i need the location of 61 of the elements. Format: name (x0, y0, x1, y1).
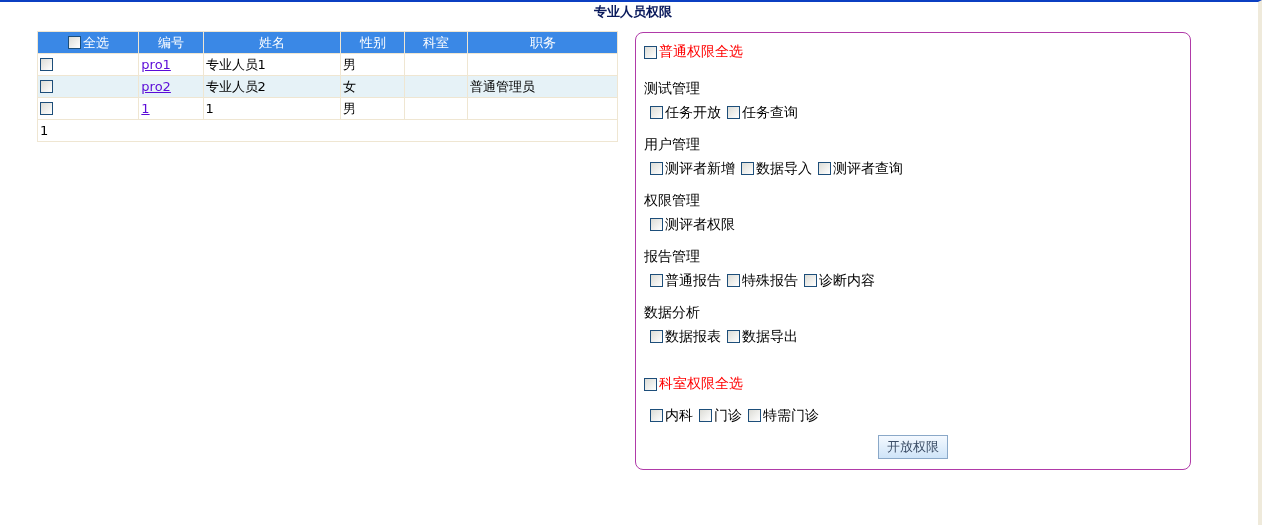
table-cell: 男 (343, 100, 357, 116)
permission-label: 数据导入 (756, 159, 812, 176)
table-row[interactable]: pro2 专业人员2 女 普通管理员 (37, 75, 618, 98)
permission-label: 测评者查询 (833, 159, 903, 176)
table-cell: 普通管理员 (470, 78, 536, 94)
checkbox[interactable] (727, 329, 740, 343)
group-title: 用户管理 (644, 134, 701, 154)
table-cell: 专业人员1 (205, 56, 266, 72)
checkbox[interactable] (650, 217, 663, 231)
checkbox[interactable] (650, 329, 663, 343)
permission-label: 诊断内容 (819, 271, 875, 288)
table-row[interactable]: 1 1 男 (37, 97, 618, 120)
checkbox[interactable] (644, 45, 657, 59)
page-number[interactable]: 1 (40, 123, 49, 138)
grant-permissions-button[interactable]: 开放权限 (878, 435, 948, 459)
table-cell: 男 (343, 56, 357, 72)
checkbox[interactable] (727, 105, 740, 119)
column-header: 科室 (404, 31, 468, 54)
checkbox[interactable] (650, 273, 663, 287)
checkbox[interactable] (40, 58, 53, 71)
checkbox[interactable] (804, 273, 817, 287)
table-cell: 女 (343, 78, 357, 94)
table-cell: 专业人员2 (205, 78, 266, 94)
table-cell: 1 (205, 101, 214, 116)
checkbox[interactable] (741, 161, 754, 175)
department-label: 内科 (665, 406, 693, 423)
permission-label: 任务开放 (665, 103, 721, 120)
table-row[interactable]: pro1 专业人员1 男 (37, 53, 618, 76)
checkbox[interactable] (40, 102, 53, 115)
id-link[interactable]: 1 (141, 101, 150, 116)
column-header: 姓名 (203, 31, 341, 54)
column-header: 职务 (467, 31, 618, 54)
checkbox[interactable] (650, 105, 663, 119)
group-title: 数据分析 (644, 302, 701, 322)
select-all-label: 科室权限全选 (659, 375, 743, 393)
checkbox[interactable] (818, 161, 831, 175)
checkbox[interactable] (699, 408, 712, 422)
checkbox[interactable] (727, 273, 740, 287)
group-title: 报告管理 (644, 246, 701, 266)
checkbox[interactable] (67, 35, 81, 49)
department-label: 门诊 (714, 406, 742, 423)
permission-label: 特殊报告 (742, 271, 798, 288)
permission-label: 测评者新增 (665, 159, 735, 176)
checkbox[interactable] (644, 377, 657, 391)
column-header: 编号 (138, 31, 204, 54)
checkbox[interactable] (40, 80, 53, 93)
permission-label: 普通报告 (665, 271, 721, 288)
group-title: 测试管理 (644, 78, 701, 98)
column-header: 性别 (340, 31, 405, 54)
page-title: 专业人员权限 (593, 3, 673, 21)
checkbox[interactable] (748, 408, 761, 422)
permission-label: 任务查询 (742, 103, 798, 120)
select-all-label: 普通权限全选 (659, 43, 743, 61)
group-title: 权限管理 (644, 190, 701, 210)
checkbox[interactable] (650, 408, 663, 422)
permission-label: 测评者权限 (665, 215, 735, 232)
checkbox[interactable] (650, 161, 663, 175)
department-label: 特需门诊 (763, 406, 819, 423)
select-all-label: 全选 (82, 34, 109, 50)
permission-label: 数据导出 (742, 327, 798, 344)
permission-label: 数据报表 (665, 327, 721, 344)
